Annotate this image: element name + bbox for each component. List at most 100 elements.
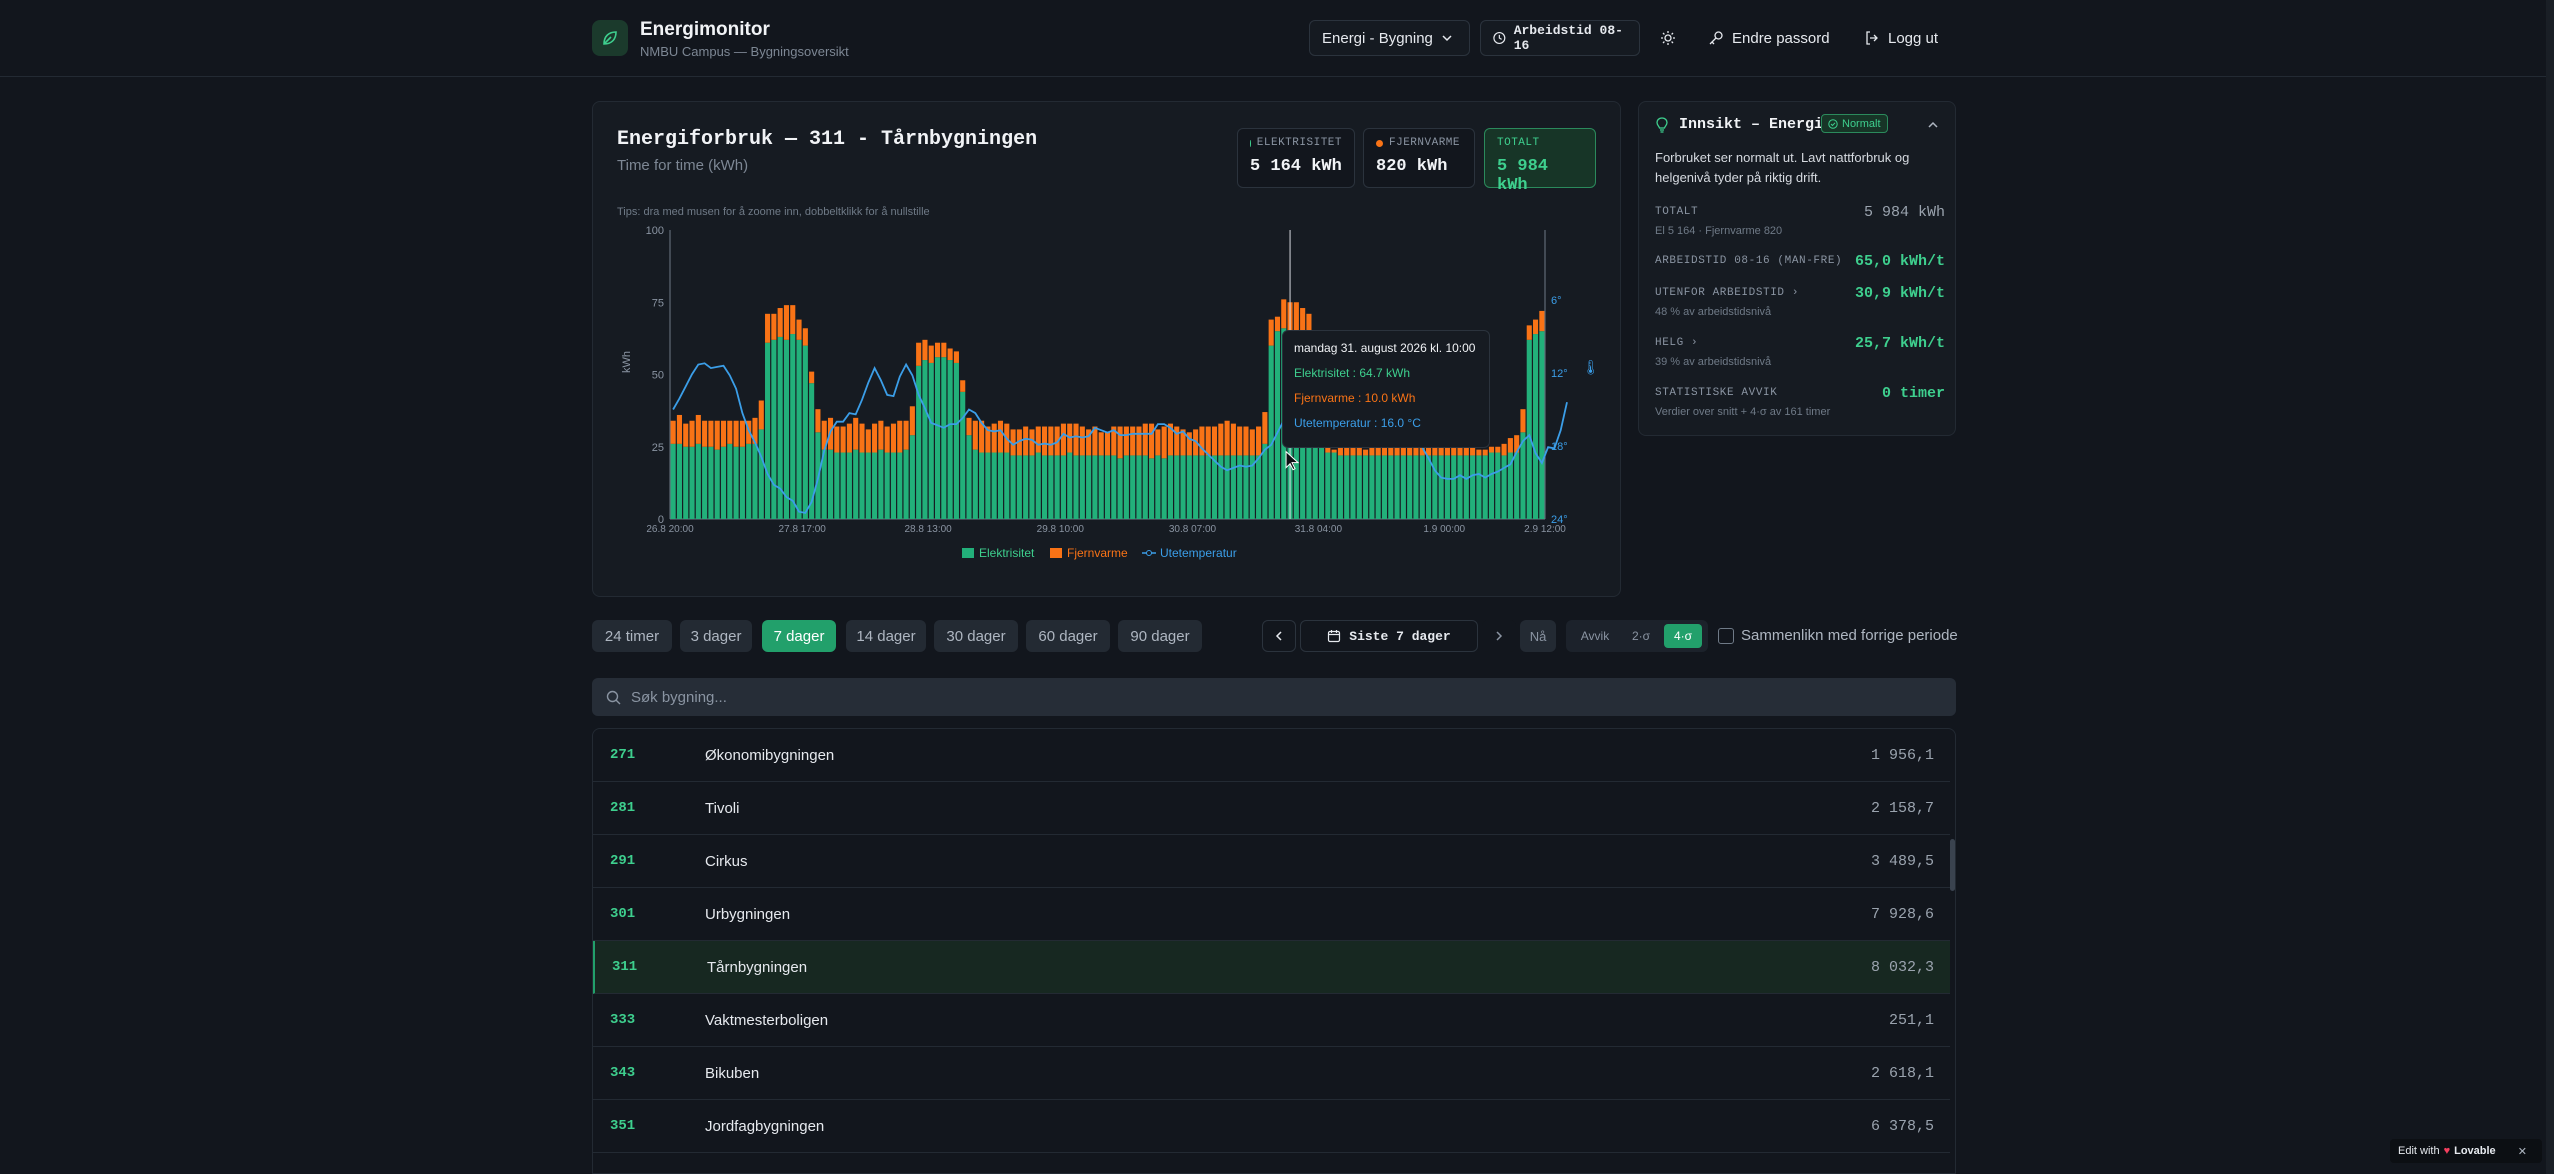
range-30d[interactable]: 30 dager xyxy=(934,620,1018,652)
insight-title: Innsikt – Energi xyxy=(1679,116,1824,133)
x-tick-label: 28.8 13:00 xyxy=(904,524,952,535)
bar-electricity xyxy=(1432,455,1438,519)
bar-district-heating xyxy=(783,305,790,340)
building-value: 7 928,6 xyxy=(1870,905,1934,923)
calendar-icon xyxy=(1328,630,1341,643)
range-60d[interactable]: 60 dager xyxy=(1026,620,1110,652)
bar-electricity xyxy=(1155,455,1161,519)
sigma4-toggle[interactable]: 4·σ xyxy=(1664,624,1702,648)
bar-district-heating xyxy=(934,342,941,358)
bar-electricity xyxy=(1400,455,1406,519)
energy-chart[interactable]: 0255075100kWh6°12°18°24°🌡26.8 20:00 27.8 … xyxy=(0,0,2554,600)
bar-electricity xyxy=(1350,455,1356,519)
bar-electricity xyxy=(1457,455,1463,519)
bar-district-heating xyxy=(1104,432,1111,456)
bar-district-heating xyxy=(1243,426,1249,456)
close-icon[interactable]: ✕ xyxy=(2518,1145,2527,1158)
next-period-button[interactable] xyxy=(1482,620,1516,652)
table-scrollbar[interactable] xyxy=(1950,839,1955,891)
x-tick-label: 29.8 10:00 xyxy=(1037,524,1085,535)
range-7d[interactable]: 7 dager xyxy=(762,620,836,652)
bar-electricity xyxy=(1180,455,1186,519)
bar-electricity xyxy=(1369,455,1375,519)
bar-district-heating xyxy=(727,420,733,444)
lovable-badge[interactable]: Edit with ♥ Lovable ✕ xyxy=(2390,1139,2542,1163)
y2-tick-label: 12° xyxy=(1551,368,1568,380)
bar-district-heating xyxy=(1042,426,1048,456)
bar-electricity xyxy=(1331,452,1337,519)
now-button[interactable]: Nå xyxy=(1520,620,1556,652)
bar-district-heating xyxy=(1142,423,1148,456)
table-row-selected[interactable]: 311 Tårnbygningen 8 032,3 xyxy=(593,941,1950,994)
bar-district-heating xyxy=(1205,426,1211,456)
insight-row-outside-worktime[interactable]: UTENFOR ARBEIDSTID › 48 % av arbeidstids… xyxy=(1655,285,1945,318)
bar-district-heating xyxy=(1463,446,1469,456)
bar-district-heating xyxy=(1249,429,1255,456)
bar-electricity xyxy=(1344,455,1350,519)
bar-electricity xyxy=(708,446,714,519)
building-number: 291 xyxy=(610,853,636,869)
building-number: 311 xyxy=(612,959,638,975)
range-14d[interactable]: 14 dager xyxy=(846,620,926,652)
chevron-up-icon[interactable] xyxy=(1927,119,1939,131)
y2-tick-label: 6° xyxy=(1551,295,1562,307)
bar-electricity xyxy=(991,452,997,519)
avvik-toggle[interactable]: Avvik xyxy=(1572,624,1618,648)
bar-electricity xyxy=(1193,455,1199,519)
table-row[interactable]: 271 Økonomibygningen 1 956,1 xyxy=(593,729,1950,782)
compare-checkbox[interactable] xyxy=(1718,628,1734,644)
bar-electricity xyxy=(1438,455,1444,519)
bar-district-heating xyxy=(884,426,890,453)
table-row[interactable]: 301 Urbygningen 7 928,6 xyxy=(593,888,1950,941)
table-row[interactable]: 343 Bikuben 2 618,1 xyxy=(593,1047,1950,1100)
range-90d[interactable]: 90 dager xyxy=(1118,620,1202,652)
bar-electricity xyxy=(796,339,802,519)
insight-row-weekend[interactable]: HELG › 39 % av arbeidstidsnivå 25,7 kWh/… xyxy=(1655,335,1945,368)
bar-electricity xyxy=(790,334,796,519)
bar-electricity xyxy=(1394,455,1400,519)
bar-district-heating xyxy=(695,414,701,444)
bar-electricity xyxy=(934,357,941,519)
building-number: 301 xyxy=(610,906,636,922)
bar-electricity xyxy=(1130,455,1136,519)
bar-electricity xyxy=(947,360,953,519)
table-row[interactable]: 291 Cirkus 3 489,5 xyxy=(593,835,1950,888)
bar-district-heating xyxy=(865,429,871,453)
bar-district-heating xyxy=(758,400,764,430)
lovable-label: Edit with xyxy=(2398,1145,2440,1157)
bar-electricity xyxy=(1035,452,1041,519)
prev-period-button[interactable] xyxy=(1262,620,1296,652)
page-scrollbar[interactable] xyxy=(2546,0,2554,1174)
building-number: 343 xyxy=(610,1065,636,1081)
sigma2-toggle[interactable]: 2·σ xyxy=(1624,624,1658,648)
bar-district-heating xyxy=(702,420,708,447)
legend-electricity-label: Elektrisitet xyxy=(979,546,1035,560)
bar-district-heating xyxy=(878,420,884,450)
bar-electricity xyxy=(1274,331,1281,519)
bar-district-heating xyxy=(1117,426,1123,459)
bar-district-heating xyxy=(802,328,808,346)
range-3d[interactable]: 3 dager xyxy=(680,620,752,652)
insight-row-value: 0 timer xyxy=(1881,385,1945,402)
period-picker[interactable]: Siste 7 dager xyxy=(1300,620,1478,652)
table-row[interactable]: 281 Tivoli 2 158,7 xyxy=(593,782,1950,835)
bar-electricity xyxy=(1079,455,1085,519)
insight-row-total: TOTALT El 5 164 · Fjernvarme 820 5 984 k… xyxy=(1655,204,1945,237)
thermometer-icon: 🌡 xyxy=(1582,360,1600,376)
bar-district-heating xyxy=(953,351,959,363)
bar-electricity xyxy=(1136,455,1142,519)
insight-row-value: 65,0 kWh/t xyxy=(1854,253,1945,270)
table-row[interactable]: 333 Vaktmesterboligen 251,1 xyxy=(593,994,1950,1047)
legend-electricity-swatch xyxy=(962,548,974,558)
bar-electricity xyxy=(1104,455,1111,519)
bar-district-heating xyxy=(1488,446,1495,453)
search-input[interactable] xyxy=(631,688,1931,706)
bar-district-heating xyxy=(1048,426,1054,456)
bar-electricity xyxy=(859,452,865,519)
range-24h[interactable]: 24 timer xyxy=(592,620,672,652)
bar-electricity xyxy=(1356,455,1362,519)
bar-electricity xyxy=(1470,455,1476,519)
bar-electricity xyxy=(840,452,846,519)
bar-district-heating xyxy=(1079,426,1085,456)
table-row[interactable]: 351 Jordfagbygningen 6 378,5 xyxy=(593,1100,1950,1153)
